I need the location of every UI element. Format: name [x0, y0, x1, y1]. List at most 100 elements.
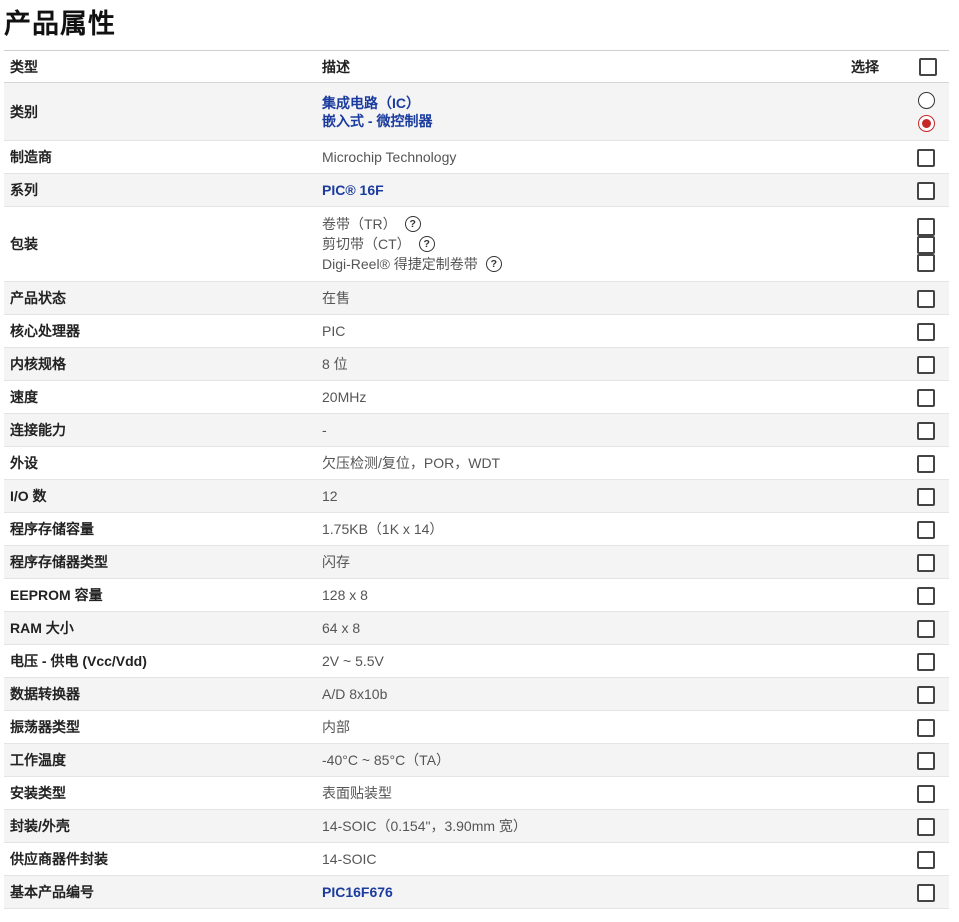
question-circle-icon[interactable]: ?	[418, 236, 435, 252]
row-value: 2V ~ 5.5V	[322, 653, 384, 669]
table-row-ram: RAM 大小 64 x 8	[4, 611, 949, 645]
table-row-speed: 速度 20MHz	[4, 380, 949, 414]
row-value: A/D 8x10b	[322, 686, 388, 702]
table-row-manufacturer: 制造商 Microchip Technology	[4, 140, 949, 174]
row-checkbox[interactable]	[917, 182, 935, 200]
row-value: -40°C ~ 85°C（TA）	[322, 752, 451, 768]
question-circle-icon[interactable]: ?	[404, 216, 421, 232]
table-row-status: 产品状态 在售	[4, 281, 949, 315]
row-value: 14-SOIC	[322, 851, 377, 867]
column-header-type: 类型	[10, 58, 38, 75]
row-label: 振荡器类型	[10, 719, 80, 735]
table-header-row: 类型 描述 选择	[4, 50, 949, 83]
row-checkbox[interactable]	[917, 719, 935, 737]
row-checkbox[interactable]	[917, 851, 935, 869]
row-label: 类别	[10, 103, 38, 120]
row-label: 速度	[10, 389, 38, 405]
table-row-base-part: 基本产品编号 PIC16F676	[4, 875, 949, 909]
packaging-option-tr: 卷带（TR） ?	[322, 214, 845, 234]
row-label: 程序存储容量	[10, 521, 94, 537]
table-row-program-memory-type: 程序存储器类型 闪存	[4, 545, 949, 579]
category-link-mcu[interactable]: 嵌入式 - 微控制器	[322, 112, 845, 130]
column-header-description: 描述	[322, 58, 350, 75]
category-radio-mcu[interactable]	[918, 115, 935, 132]
row-checkbox[interactable]	[917, 620, 935, 638]
table-row-core: 核心处理器 PIC	[4, 314, 949, 348]
table-row-category: 类别 集成电路（IC） 嵌入式 - 微控制器	[4, 82, 949, 141]
row-checkbox[interactable]	[917, 422, 935, 440]
table-row-program-memory: 程序存储容量 1.75KB（1K x 14）	[4, 512, 949, 546]
row-label: 程序存储器类型	[10, 554, 108, 570]
row-value: 1.75KB（1K x 14）	[322, 521, 444, 537]
row-checkbox[interactable]	[917, 785, 935, 803]
table-row-temperature: 工作温度 -40°C ~ 85°C（TA）	[4, 743, 949, 777]
row-value: 闪存	[322, 554, 350, 570]
row-value: 8 位	[322, 356, 348, 372]
table-row-oscillator: 振荡器类型 内部	[4, 710, 949, 744]
base-part-link[interactable]: PIC16F676	[322, 883, 845, 901]
row-value: 64 x 8	[322, 620, 361, 636]
row-label: 电压 - 供电 (Vcc/Vdd)	[10, 653, 147, 669]
series-link[interactable]: PIC® 16F	[322, 181, 845, 199]
row-value: 欠压检测/复位，POR，WDT	[322, 455, 501, 471]
table-row-supplier-package: 供应商器件封装 14-SOIC	[4, 842, 949, 876]
row-checkbox[interactable]	[917, 521, 935, 539]
table-row-package: 封装/外壳 14-SOIC（0.154"，3.90mm 宽）	[4, 809, 949, 843]
row-checkbox[interactable]	[917, 752, 935, 770]
row-label: 连接能力	[10, 422, 66, 438]
row-label: 数据转换器	[10, 686, 80, 702]
row-checkbox[interactable]	[917, 884, 935, 902]
row-checkbox[interactable]	[917, 686, 935, 704]
table-row-series: 系列 PIC® 16F	[4, 173, 949, 207]
row-label: 系列	[10, 182, 38, 198]
column-header-select: 选择	[845, 51, 949, 83]
table-row-packaging: 包装 卷带（TR） ? 剪切带（CT） ? Digi-Reel® 得捷定制卷带 …	[4, 206, 949, 282]
row-checkbox[interactable]	[917, 290, 935, 308]
row-checkbox[interactable]	[917, 323, 935, 341]
table-row-connectivity: 连接能力 -	[4, 413, 949, 447]
table-row-core-size: 内核规格 8 位	[4, 347, 949, 381]
row-label: I/O 数	[10, 488, 47, 504]
row-checkbox[interactable]	[917, 653, 935, 671]
row-label: EEPROM 容量	[10, 587, 103, 603]
row-label: 包装	[10, 236, 38, 252]
packaging-option-ct: 剪切带（CT） ?	[322, 234, 845, 254]
row-checkbox[interactable]	[917, 818, 935, 836]
table-row-mounting: 安装类型 表面贴装型	[4, 776, 949, 810]
select-header-label: 选择	[851, 58, 879, 75]
table-row-data-converter: 数据转换器 A/D 8x10b	[4, 677, 949, 711]
row-label: 制造商	[10, 149, 52, 165]
row-label: 安装类型	[10, 785, 66, 801]
row-checkbox[interactable]	[917, 455, 935, 473]
row-checkbox[interactable]	[917, 356, 935, 374]
select-all-checkbox[interactable]	[919, 57, 937, 76]
row-label: 外设	[10, 455, 38, 471]
packaging-checkbox-digireel[interactable]	[917, 254, 935, 272]
packaging-option-digireel: Digi-Reel® 得捷定制卷带 ?	[322, 254, 845, 274]
row-label: RAM 大小	[10, 620, 74, 636]
row-label: 供应商器件封装	[10, 851, 108, 867]
table-row-peripherals: 外设 欠压检测/复位，POR，WDT	[4, 446, 949, 480]
packaging-option-label: 剪切带（CT）	[322, 236, 411, 252]
row-checkbox[interactable]	[917, 488, 935, 506]
row-checkbox[interactable]	[917, 389, 935, 407]
packaging-checkbox-tr[interactable]	[917, 218, 935, 236]
row-label: 封装/外壳	[10, 818, 70, 834]
page-title: 产品属性	[4, 9, 116, 40]
row-checkbox[interactable]	[917, 554, 935, 572]
row-value: 14-SOIC（0.154"，3.90mm 宽）	[322, 818, 527, 834]
product-attributes-page: 产品属性 类型 描述 选择 类别 集成电路（IC） 嵌入式 - 微控制器 制造商…	[0, 0, 959, 922]
packaging-checkbox-ct[interactable]	[917, 236, 935, 254]
row-value: 128 x 8	[322, 587, 368, 603]
row-checkbox[interactable]	[917, 149, 935, 167]
row-value: 内部	[322, 719, 350, 735]
question-circle-icon[interactable]: ?	[485, 256, 502, 272]
category-radio-ic[interactable]	[918, 92, 935, 109]
row-label: 工作温度	[10, 752, 66, 768]
category-link-ic[interactable]: 集成电路（IC）	[322, 94, 845, 112]
row-label: 核心处理器	[10, 323, 80, 339]
row-value: 12	[322, 488, 338, 504]
packaging-option-label: Digi-Reel® 得捷定制卷带	[322, 256, 478, 272]
row-value: 在售	[322, 290, 350, 306]
row-checkbox[interactable]	[917, 587, 935, 605]
